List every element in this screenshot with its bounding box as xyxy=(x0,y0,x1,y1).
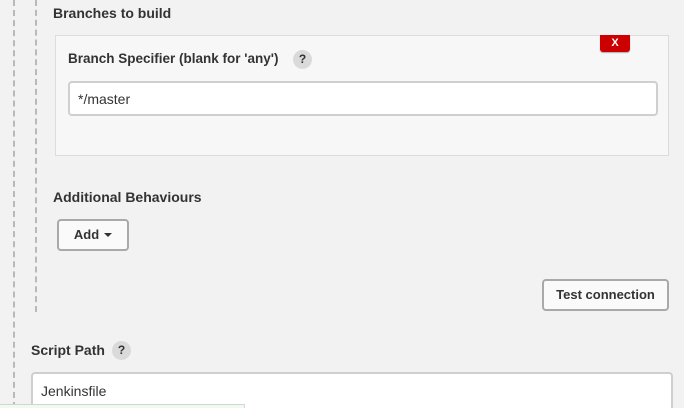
bottom-panel-edge xyxy=(0,404,245,408)
branch-help-icon[interactable]: ? xyxy=(293,50,312,69)
inner-dashed-divider xyxy=(35,0,37,312)
add-button-label: Add xyxy=(73,227,100,242)
branch-specifier-input[interactable] xyxy=(68,81,658,116)
add-behaviour-button[interactable]: Add xyxy=(57,219,129,251)
test-connection-button[interactable]: Test connection xyxy=(542,279,669,311)
branch-specifier-label: Branch Specifier (blank for 'any') xyxy=(68,51,279,66)
outer-dashed-divider xyxy=(13,0,15,408)
script-path-input[interactable] xyxy=(31,372,673,408)
script-path-label: Script Path xyxy=(31,342,105,358)
remove-branch-button[interactable]: X xyxy=(600,35,630,52)
script-path-help-icon[interactable]: ? xyxy=(112,341,131,360)
scm-config-panel: Branches to build X Branch Specifier (bl… xyxy=(0,0,684,408)
caret-down-icon xyxy=(104,232,113,237)
branches-section-title: Branches to build xyxy=(53,5,172,21)
additional-behaviours-title: Additional Behaviours xyxy=(53,189,202,205)
